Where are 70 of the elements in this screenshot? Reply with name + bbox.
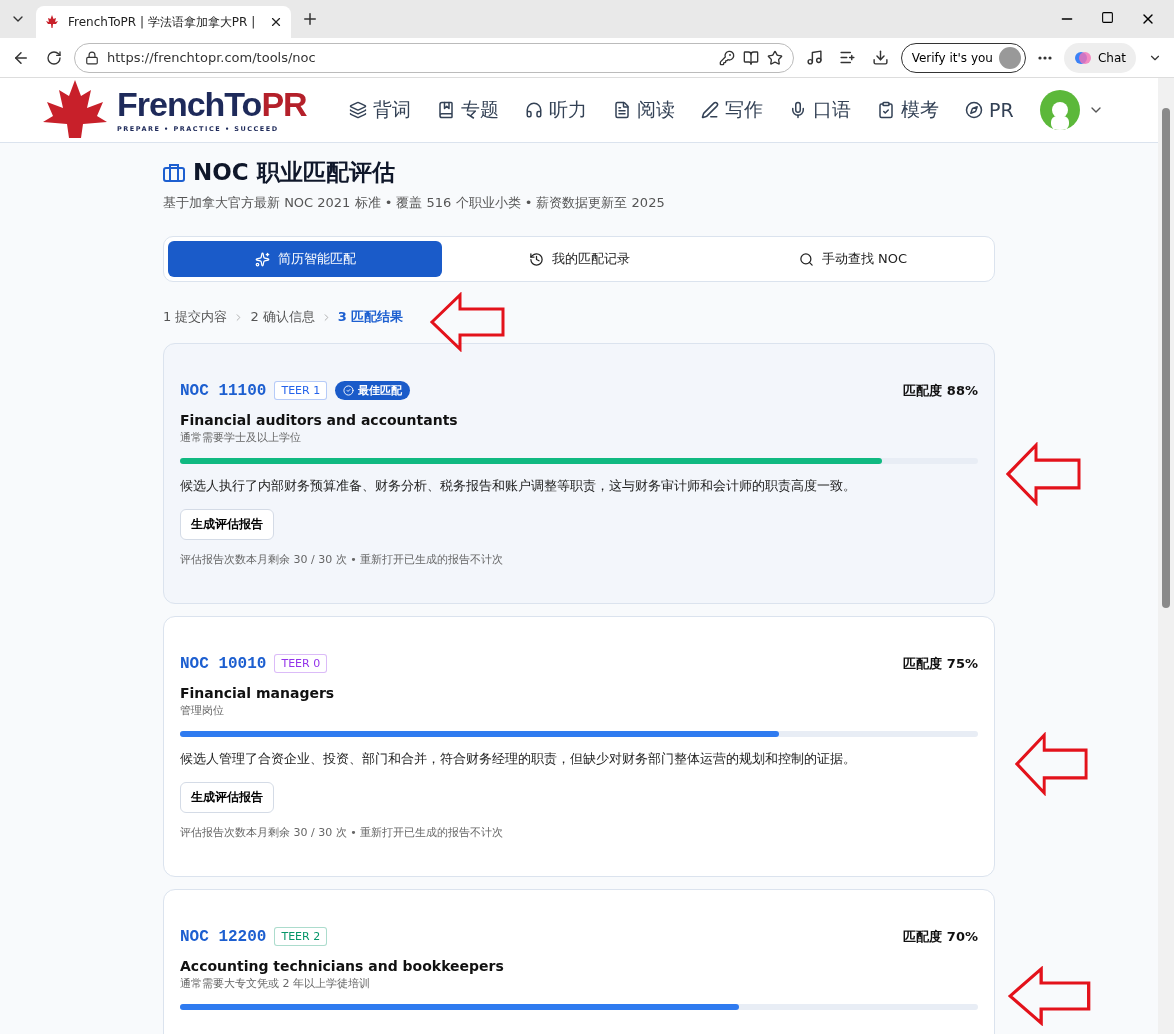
job-title: Accounting technicians and bookkeepers <box>180 958 505 974</box>
page-subtitle: 基于加拿大官方最新 NOC 2021 标准 • 覆盖 516 个职业小类 • 薪资数据更新至 2025 <box>163 194 666 212</box>
list-plus-icon <box>838 49 856 66</box>
music-note-icon <box>805 49 823 66</box>
download-icon <box>871 49 889 66</box>
pen-icon <box>701 101 719 119</box>
tab[interactable]: 简历智能匹配 <box>168 241 442 277</box>
key-icon[interactable] <box>718 49 735 66</box>
check-icon <box>343 385 355 396</box>
clipboard-icon <box>877 101 895 119</box>
education-note: 管理岗位 <box>180 703 225 718</box>
noc-code: NOC 10010 <box>180 654 267 673</box>
tab-title: FrenchToPR | 学法语拿加拿大PR | <box>68 13 257 31</box>
tier-tag: TEER 2 <box>274 927 328 946</box>
best-match-badge: 最佳匹配 <box>335 381 411 400</box>
nav-link[interactable]: 模考 <box>877 97 939 123</box>
quota-note: 评估报告次数本月剩余 30 / 30 次 • 重新打开已生成的报告不计次 <box>180 552 505 567</box>
nav-link[interactable]: 口语 <box>789 97 851 123</box>
briefcase-icon <box>163 162 185 183</box>
tab[interactable]: 手动查找 NOC <box>716 241 990 277</box>
nav-link[interactable]: 写作 <box>701 97 763 123</box>
match-score: 匹配度 70% <box>903 927 978 946</box>
job-title: Financial auditors and accountants <box>180 412 459 428</box>
scrollbar-thumb[interactable] <box>1162 108 1170 608</box>
url-text: https://frenchtopr.com/tools/noc <box>107 50 317 65</box>
generate-report-button[interactable]: 生成评估报告 <box>180 782 274 813</box>
page-title: NOC 职业匹配评估 <box>193 158 395 187</box>
step-label: 1 提交内容 <box>163 308 228 326</box>
nav-link[interactable]: 听力 <box>525 97 587 123</box>
avatar-icon <box>998 46 1021 69</box>
document-icon <box>613 101 631 119</box>
nav-link[interactable]: 阅读 <box>613 97 675 123</box>
education-note: 通常需要学士及以上学位 <box>180 430 302 445</box>
compass-icon <box>965 101 983 119</box>
microphone-icon <box>789 101 807 119</box>
history-icon <box>528 251 544 267</box>
verify-button[interactable]: Verify it's you <box>900 42 1026 73</box>
generate-report-button[interactable]: 生成评估报告 <box>180 509 274 540</box>
match-score: 匹配度 88% <box>903 381 978 400</box>
nav-link[interactable]: 背词 <box>349 97 411 123</box>
headphones-icon <box>525 101 543 119</box>
lock-icon <box>85 50 99 65</box>
nav-link[interactable]: PR <box>965 99 1014 121</box>
browser-tab[interactable]: FrenchToPR | 学法语拿加拿大PR | <box>36 6 292 38</box>
sparkles-icon <box>254 251 270 267</box>
star-icon[interactable] <box>766 49 783 66</box>
noc-code: NOC 11100 <box>180 381 267 400</box>
reader-icon[interactable] <box>742 49 759 66</box>
noc-code: NOC 12200 <box>180 927 267 946</box>
match-score: 匹配度 75% <box>903 654 978 673</box>
layers-icon <box>349 101 367 119</box>
step-label: 2 确认信息 <box>250 308 315 326</box>
job-title: Financial managers <box>180 685 336 701</box>
tier-tag: TEER 0 <box>274 654 328 673</box>
book-icon <box>437 101 455 119</box>
match-reason: 候选人管理了合资企业、投资、部门和合并，符合财务经理的职责，但缺少对财务部门整体运营的规划和控制的证据。 <box>180 751 857 768</box>
tier-tag: TEER 1 <box>274 381 328 400</box>
nav-link[interactable]: 专题 <box>437 97 499 123</box>
maple-leaf-icon <box>44 14 60 30</box>
logo-wordmark[interactable]: FrenchToPR <box>117 87 307 121</box>
more-icon <box>1037 55 1052 60</box>
tab[interactable]: 我的匹配记录 <box>442 241 716 277</box>
maximize-icon[interactable] <box>1101 11 1114 24</box>
chat-button[interactable]: Chat <box>1063 42 1136 73</box>
step-label: 3 匹配结果 <box>337 308 404 326</box>
education-note: 通常需要大专文凭或 2 年以上学徒培训 <box>180 976 371 991</box>
match-reason: 候选人执行了内部财务预算准备、财务分析、税务报告和账户调整等职责，这与财务审计师和会计师的职责高度一致。 <box>180 478 857 495</box>
quota-note: 评估报告次数本月剩余 30 / 30 次 • 重新打开已生成的报告不计次 <box>180 825 505 840</box>
search-icon <box>798 251 814 267</box>
reload-icon <box>46 49 62 66</box>
